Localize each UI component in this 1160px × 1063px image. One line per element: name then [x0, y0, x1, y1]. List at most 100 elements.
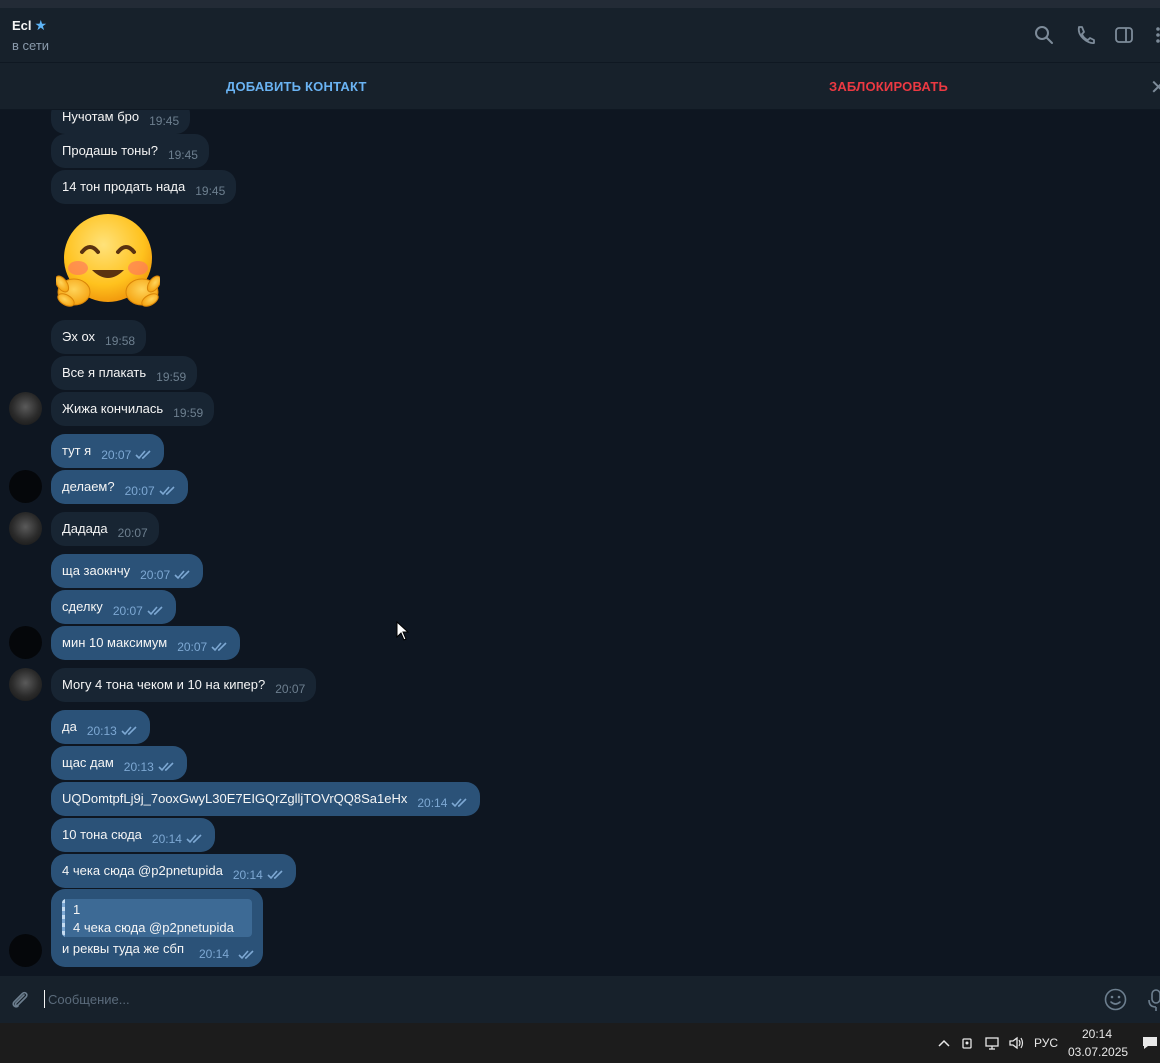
message-input[interactable]: Сообщение...	[48, 992, 130, 1007]
message-bubble[interactable]: мин 10 максимум 20:07	[51, 626, 241, 660]
message-time: 20:07	[112, 604, 143, 618]
volume-icon[interactable]	[1008, 1035, 1024, 1051]
message-text: UQDomtpfLj9j_7ooxGwyL30E7EIGQrZglljTOVrQ…	[62, 791, 408, 806]
message-bubble[interactable]: 4 чека сюда @p2pnetupida 20:14	[51, 854, 296, 888]
message-text: щас дам	[62, 755, 114, 770]
star-icon: ★	[34, 17, 48, 33]
message-bubble[interactable]: сделку 20:07	[51, 590, 176, 624]
own-avatar[interactable]	[9, 626, 42, 659]
window-top-strip	[0, 0, 1160, 8]
microphone-icon[interactable]	[1148, 988, 1160, 1012]
message-text: 4 чека сюда @p2pnetupida	[62, 863, 223, 878]
double-check-icon	[159, 486, 175, 496]
contact-avatar[interactable]	[9, 392, 42, 425]
own-avatar[interactable]	[9, 934, 42, 967]
message-text: делаем?	[62, 479, 115, 494]
message-bubble[interactable]: Эх ох 19:58	[51, 320, 147, 354]
message-time: 20:14	[232, 868, 263, 882]
message-text: Жижа кончилась	[62, 401, 164, 416]
message-bubble[interactable]: тут я 20:07	[51, 434, 165, 468]
message-time: 20:14	[151, 832, 182, 846]
message-text: сделку	[62, 599, 103, 614]
message-bubble[interactable]: Дадада 20:07	[51, 512, 159, 546]
search-icon[interactable]	[1033, 24, 1055, 46]
message-time: 20:07	[177, 640, 208, 654]
emoji-icon[interactable]	[1104, 988, 1127, 1011]
hugging-face-emoji[interactable]	[56, 214, 160, 312]
contact-action-bar: ДОБАВИТЬ КОНТАКТ ЗАБЛОКИРОВАТЬ ✕	[0, 62, 1160, 110]
message-bubble[interactable]: 14 тон продать нада 19:45	[51, 170, 237, 204]
reply-message-bubble[interactable]: 1 4 чека сюда @p2pnetupida и реквы туда …	[51, 889, 263, 967]
contact-status: в сети	[12, 38, 50, 53]
attach-icon[interactable]	[9, 989, 31, 1011]
add-contact-button[interactable]: ДОБАВИТЬ КОНТАКТ	[226, 79, 367, 94]
block-button[interactable]: ЗАБЛОКИРОВАТЬ	[829, 79, 948, 94]
message-bubble[interactable]: Продашь тоны? 19:45	[51, 134, 209, 168]
close-icon[interactable]: ✕	[1150, 75, 1160, 100]
message-text: Могу 4 тона чеком и 10 на кипер?	[62, 677, 266, 692]
own-avatar[interactable]	[9, 470, 42, 503]
message-time: 19:59	[156, 370, 187, 384]
message-bubble[interactable]: UQDomtpfLj9j_7ooxGwyL30E7EIGQrZglljTOVrQ…	[51, 782, 481, 816]
message-text: Эх ох	[62, 329, 96, 344]
contact-name-label[interactable]: Ecl	[12, 18, 32, 33]
message-text: да	[62, 719, 77, 734]
notifications-icon[interactable]	[1142, 1035, 1160, 1051]
contact-name[interactable]: Ecl ★	[12, 17, 47, 34]
message-bubble[interactable]: да 20:13	[51, 710, 150, 744]
chevron-up-icon[interactable]	[936, 1035, 952, 1051]
message-list[interactable]: Нучотам бро 19:45 Продашь тоны? 19:45 14 т…	[0, 110, 1160, 976]
reply-quote-author: 1	[73, 902, 81, 917]
double-check-icon	[267, 870, 283, 880]
webcam-icon[interactable]	[960, 1035, 976, 1051]
message-time: 19:45	[149, 114, 180, 128]
double-check-icon	[158, 762, 174, 772]
message-time: 19:45	[195, 184, 226, 198]
sidebar-toggle-icon[interactable]	[1113, 24, 1135, 46]
message-text: 14 тон продать нада	[62, 179, 186, 194]
phone-icon[interactable]	[1074, 24, 1096, 46]
message-text: ща заокнчу	[62, 563, 131, 578]
taskbar-date[interactable]: 03.07.2025	[1068, 1045, 1128, 1059]
message-time: 20:14	[199, 947, 230, 961]
double-check-icon	[211, 642, 227, 652]
message-time: 19:58	[105, 334, 136, 348]
reply-quote[interactable]: 1 4 чека сюда @p2pnetupida	[62, 899, 252, 937]
language-indicator[interactable]: РУС	[1034, 1036, 1058, 1050]
message-text: Продашь тоны?	[62, 143, 158, 158]
message-time: 20:07	[101, 448, 132, 462]
taskbar-clock[interactable]: 20:14	[1068, 1027, 1126, 1041]
double-check-icon	[238, 950, 254, 960]
network-icon[interactable]	[984, 1035, 1000, 1051]
reply-quote-text: 4 чека сюда @p2pnetupida	[73, 920, 234, 935]
message-bubble[interactable]: Нучотам бро 19:45	[51, 110, 191, 134]
message-bubble[interactable]: Все я плакать 19:59	[51, 356, 198, 390]
message-time: 20:07	[117, 526, 148, 540]
contact-avatar[interactable]	[9, 668, 42, 701]
message-text: Все я плакать	[62, 365, 147, 380]
message-time: 20:14	[417, 796, 448, 810]
message-text: 10 тона сюда	[62, 827, 142, 842]
message-bubble[interactable]: Жижа кончилась 19:59	[51, 392, 215, 426]
double-check-icon	[121, 726, 137, 736]
message-time: 20:07	[275, 682, 306, 696]
message-bubble[interactable]: ща заокнчу 20:07	[51, 554, 204, 588]
message-bubble[interactable]: делаем? 20:07	[51, 470, 188, 504]
message-time: 19:45	[167, 148, 198, 162]
message-bubble[interactable]: 10 тона сюда 20:14	[51, 818, 215, 852]
text-caret	[44, 990, 45, 1008]
double-check-icon	[147, 606, 163, 616]
message-time: 20:07	[140, 568, 171, 582]
windows-taskbar: РУС 20:14 03.07.2025	[0, 1023, 1160, 1063]
chat-header: Ecl ★ в сети	[0, 8, 1160, 62]
message-text: Нучотам бро	[62, 110, 140, 124]
message-time: 20:13	[123, 760, 154, 774]
message-composer: Сообщение...	[0, 976, 1160, 1023]
message-bubble[interactable]: Могу 4 тона чеком и 10 на кипер? 20:07	[51, 668, 317, 702]
mouse-cursor-icon	[396, 621, 410, 641]
message-text: Дадада	[62, 521, 108, 536]
contact-avatar[interactable]	[9, 512, 42, 545]
message-text: и реквы туда же сбп	[62, 941, 185, 956]
message-bubble[interactable]: щас дам 20:13	[51, 746, 187, 780]
more-icon[interactable]	[1150, 24, 1160, 46]
